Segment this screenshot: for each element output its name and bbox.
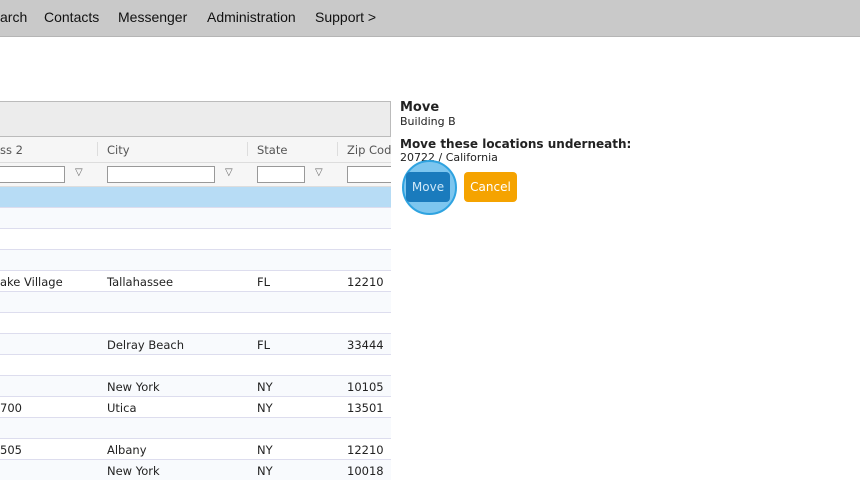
filter-zip[interactable] — [347, 166, 391, 183]
table-row[interactable]: ake Village Tallahassee FL 12210 — [0, 271, 391, 292]
col-zip[interactable]: Zip Code — [347, 143, 391, 157]
move-panel: Move Building B Move these locations und… — [400, 100, 631, 164]
nav-contacts[interactable]: Contacts — [44, 9, 99, 25]
cell-city: New York — [107, 380, 160, 394]
move-button[interactable]: Move — [406, 172, 450, 202]
filter-icon[interactable]: ▽ — [75, 167, 83, 178]
cell-state: FL — [257, 338, 271, 352]
cell-state: FL — [257, 275, 271, 289]
group-panel — [0, 101, 391, 137]
table-row[interactable]: New York NY 10018 — [0, 460, 391, 480]
filter-icon[interactable]: ▽ — [315, 167, 323, 178]
table-row[interactable]: Delray Beach FL 33444 — [0, 334, 391, 355]
filter-city[interactable] — [107, 166, 215, 183]
cell-city: New York — [107, 464, 160, 478]
filter-row: ▽ ▽ ▽ — [0, 163, 391, 187]
table-row[interactable]: 505 Albany NY 12210 — [0, 439, 391, 460]
cell-zip: 13501 — [347, 401, 384, 415]
cell-state: NY — [257, 464, 273, 478]
table-row[interactable]: 700 Utica NY 13501 — [0, 397, 391, 418]
col-address2[interactable]: ss 2 — [0, 143, 23, 157]
cell-state: NY — [257, 443, 273, 457]
filter-state[interactable] — [257, 166, 305, 183]
cell-city: Tallahassee — [107, 275, 174, 289]
filter-icon[interactable]: ▽ — [225, 167, 233, 178]
table-row[interactable] — [0, 313, 391, 334]
grid-header: ss 2 City State Zip Code — [0, 137, 391, 163]
table-row[interactable] — [0, 250, 391, 271]
col-state[interactable]: State — [257, 143, 287, 157]
cell-addr2: 700 — [0, 401, 22, 415]
table-row[interactable] — [0, 187, 391, 208]
locations-grid: ss 2 City State Zip Code ▽ ▽ ▽ ake Villa… — [0, 101, 391, 480]
cell-zip: 33444 — [347, 338, 384, 352]
table-row[interactable] — [0, 208, 391, 229]
cell-addr2: ake Village — [0, 275, 63, 289]
table-row[interactable] — [0, 418, 391, 439]
top-nav: arch Contacts Messenger Administration S… — [0, 0, 860, 37]
cell-zip: 12210 — [347, 275, 384, 289]
nav-support[interactable]: Support > — [315, 9, 376, 25]
cell-city: Utica — [107, 401, 137, 415]
move-prompt: Move these locations underneath: — [400, 137, 632, 151]
cancel-button[interactable]: Cancel — [464, 172, 517, 202]
nav-administration[interactable]: Administration — [207, 9, 296, 25]
cell-zip: 10018 — [347, 464, 384, 478]
nav-messenger[interactable]: Messenger — [118, 9, 187, 25]
filter-address2[interactable] — [0, 166, 65, 183]
nav-search[interactable]: arch — [0, 9, 27, 25]
cell-city: Delray Beach — [107, 338, 184, 352]
table-row[interactable]: New York NY 10105 — [0, 376, 391, 397]
cell-city: Albany — [107, 443, 147, 457]
panel-title: Move — [400, 100, 440, 115]
table-row[interactable] — [0, 229, 391, 250]
cell-addr2: 505 — [0, 443, 22, 457]
cell-state: NY — [257, 401, 273, 415]
cell-state: NY — [257, 380, 273, 394]
panel-subtitle: Building B — [400, 115, 456, 128]
col-city[interactable]: City — [107, 143, 130, 157]
table-row[interactable] — [0, 355, 391, 376]
grid-body: ake Village Tallahassee FL 12210 Delray Beac… — [0, 187, 391, 480]
table-row[interactable] — [0, 292, 391, 313]
cell-zip: 10105 — [347, 380, 384, 394]
cell-zip: 12210 — [347, 443, 384, 457]
